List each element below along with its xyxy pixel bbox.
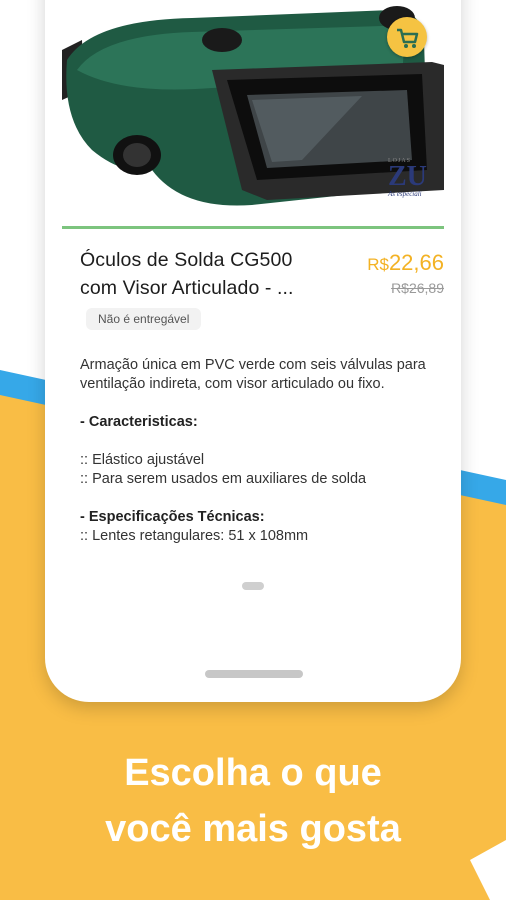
store-logo-text: ZU xyxy=(388,161,427,192)
tagline-line-1: Escolha o que xyxy=(124,752,382,794)
delivery-badge: Não é entregável xyxy=(86,308,202,330)
product-description: Armação única em PVC verde com seis válv… xyxy=(80,356,430,546)
cart-icon xyxy=(397,28,419,48)
price-currency: R$ xyxy=(367,255,389,274)
specs-heading: - Especificações Técnicas: xyxy=(80,509,265,525)
characteristic-item: :: Para serem usados em auxiliares de so… xyxy=(80,471,367,487)
description-intro: Armação única em PVC verde com seis válv… xyxy=(80,357,426,392)
phone-mockup: LOJAS ZU As especiali Óculos de Solda CG… xyxy=(45,0,461,702)
old-price: R$26,89 xyxy=(391,280,444,296)
home-indicator[interactable] xyxy=(205,670,303,678)
image-divider xyxy=(62,226,444,229)
app-screen: LOJAS ZU As especiali Óculos de Solda CG… xyxy=(62,0,444,612)
add-to-cart-button[interactable] xyxy=(387,17,427,57)
product-price: R$22,66 xyxy=(334,250,444,276)
tagline-line-2: você mais gosta xyxy=(105,808,401,850)
drag-handle[interactable] xyxy=(242,582,264,590)
promo-tagline: Escolha o que você mais gosta xyxy=(0,745,506,857)
characteristics-heading: - Caracteristicas: xyxy=(80,414,198,430)
product-title: Óculos de Solda CG500 com Visor Articula… xyxy=(80,249,294,299)
price-value: 22,66 xyxy=(388,250,444,275)
spec-item: :: Lentes retangulares: 51 x 108mm xyxy=(80,528,309,544)
store-logo-subtitle: As especiali xyxy=(388,190,422,198)
characteristic-item: :: Elástico ajustável xyxy=(80,452,205,468)
store-logo: LOJAS ZU As especiali xyxy=(388,158,444,206)
